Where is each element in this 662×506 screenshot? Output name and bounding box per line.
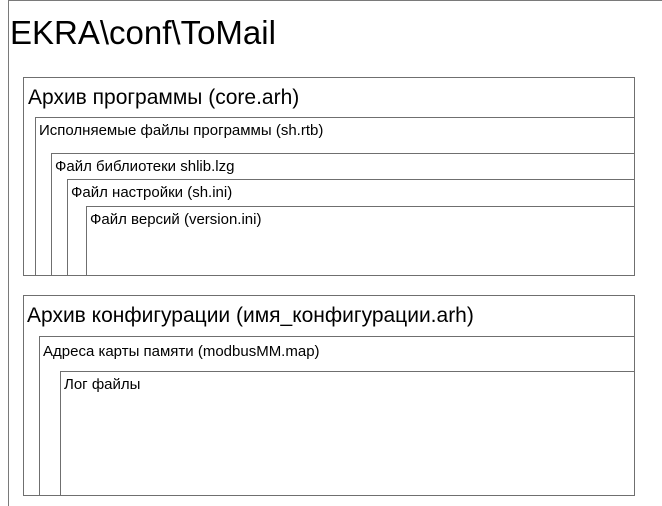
page-title: EKRA\conf\ToMail	[10, 14, 276, 51]
program-archive-label: Архив программы (core.arh)	[28, 86, 300, 109]
versions-label: Файл версий (version.ini)	[90, 211, 262, 228]
library-label: Файл библиотеки shlib.lzg	[55, 158, 235, 175]
versions-box: Файл версий (version.ini)	[86, 206, 635, 276]
settings-label: Файл настройки (sh.ini)	[71, 184, 233, 201]
logs-box: Лог файлы	[60, 371, 635, 496]
memory-map-label: Адреса карты памяти (modbusMM.map)	[43, 343, 320, 360]
config-archive-label: Архив конфигурации (имя_конфигурации.arh…	[27, 304, 474, 327]
logs-label: Лог файлы	[64, 376, 141, 393]
executables-label: Исполняемые файлы программы (sh.rtb)	[39, 122, 324, 139]
